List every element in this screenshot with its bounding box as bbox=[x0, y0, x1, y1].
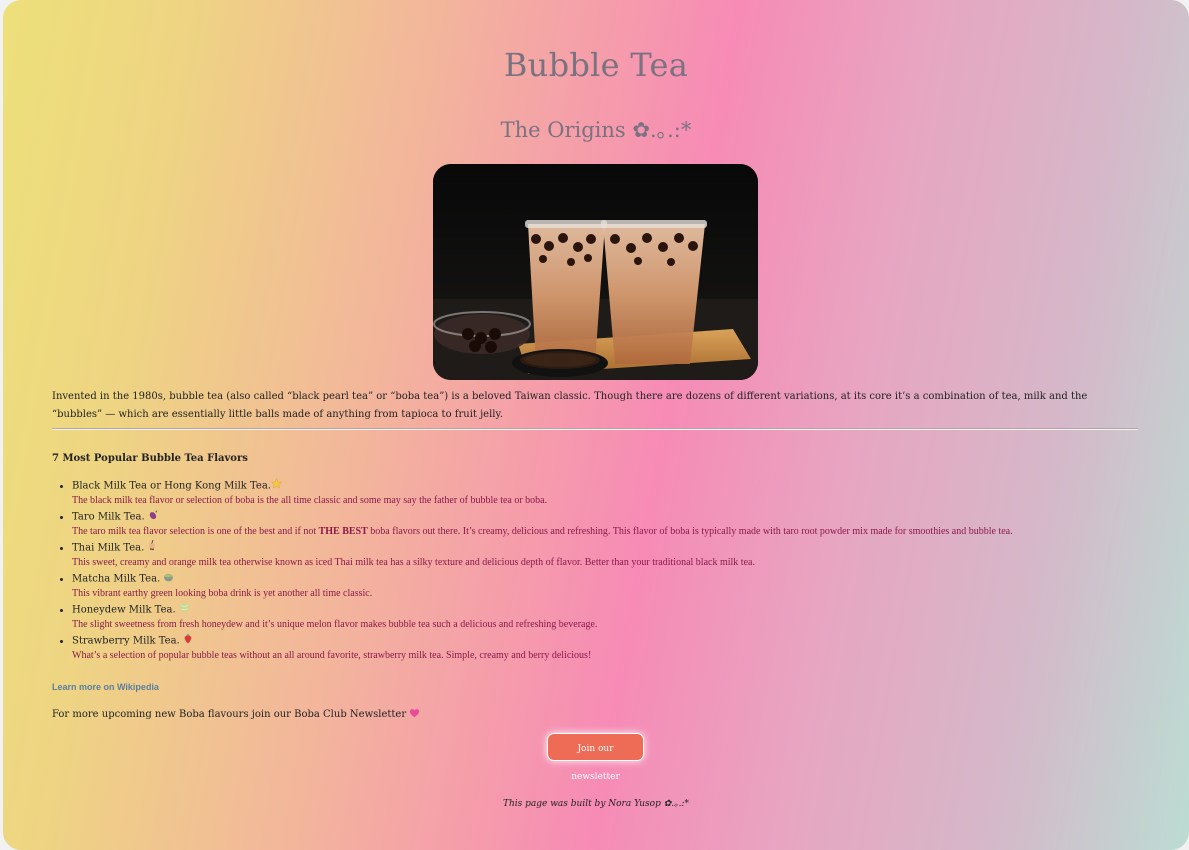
flavor-name: Thai Milk Tea. bbox=[72, 542, 145, 554]
divider bbox=[52, 428, 1138, 430]
bubble-tea-icon bbox=[147, 539, 157, 556]
flavor-name: Taro Milk Tea. bbox=[72, 511, 145, 523]
list-item: Thai Milk Tea. This sweet, creamy and or… bbox=[72, 539, 1132, 570]
intro-paragraph: Invented in the 1980s, bubble tea (also … bbox=[52, 391, 1088, 420]
list-item: Matcha Milk Tea. This vibrant earthy gre… bbox=[72, 571, 1132, 601]
flavor-name: Matcha Milk Tea. bbox=[72, 573, 161, 585]
flavor-name: Honeydew Milk Tea. bbox=[72, 604, 176, 616]
list-item: Taro Milk Tea. The taro milk tea flavor … bbox=[72, 509, 1132, 539]
melon-icon bbox=[179, 602, 190, 618]
eggplant-icon bbox=[148, 509, 159, 525]
wikipedia-link[interactable]: Learn more on Wikipedia bbox=[52, 682, 159, 692]
footer-credit: This page was built by Nora Yusop ✿.｡.:* bbox=[502, 799, 689, 809]
flavor-description: The black milk tea flavor or selection o… bbox=[72, 495, 548, 506]
page-subtitle: The Origins ✿.｡.:* bbox=[500, 118, 692, 142]
newsletter-text-label: For more upcoming new Boba flavours join… bbox=[52, 709, 407, 720]
flavor-description: This sweet, creamy and orange milk tea o… bbox=[72, 557, 755, 568]
list-item: Strawberry Milk Tea. What’s a selection … bbox=[72, 633, 1132, 663]
flavors-list: Black Milk Tea or Hong Kong Milk Tea. Th… bbox=[52, 477, 1132, 664]
flavor-description: The taro milk tea flavor selection is on… bbox=[72, 526, 1013, 537]
flavor-description: This vibrant earthy green looking boba d… bbox=[72, 588, 373, 599]
star-icon bbox=[270, 477, 283, 494]
heart-icon bbox=[409, 708, 420, 721]
flavor-description: The slight sweetness from fresh honeydew… bbox=[72, 619, 598, 630]
page-title: Bubble Tea bbox=[503, 46, 689, 84]
flavors-heading: 7 Most Popular Bubble Tea Flavors bbox=[52, 453, 248, 464]
page-background: Bubble Tea The Origins ✿.｡.:* Invented i… bbox=[3, 0, 1189, 850]
flavor-name: Strawberry Milk Tea. bbox=[72, 635, 180, 647]
list-item: Honeydew Milk Tea. The slight sweetness … bbox=[72, 602, 1132, 632]
flavor-name: Black Milk Tea or Hong Kong Milk Tea. bbox=[72, 480, 271, 492]
flavor-description: What’s a selection of popular bubble tea… bbox=[72, 650, 592, 661]
list-item: Black Milk Tea or Hong Kong Milk Tea. Th… bbox=[72, 477, 1132, 508]
join-newsletter-button[interactable]: Join our newsletter bbox=[547, 733, 644, 782]
strawberry-icon bbox=[183, 633, 193, 649]
bubble-tea-image bbox=[433, 164, 758, 380]
newsletter-text: For more upcoming new Boba flavours join… bbox=[52, 708, 420, 721]
matcha-icon bbox=[163, 571, 174, 587]
